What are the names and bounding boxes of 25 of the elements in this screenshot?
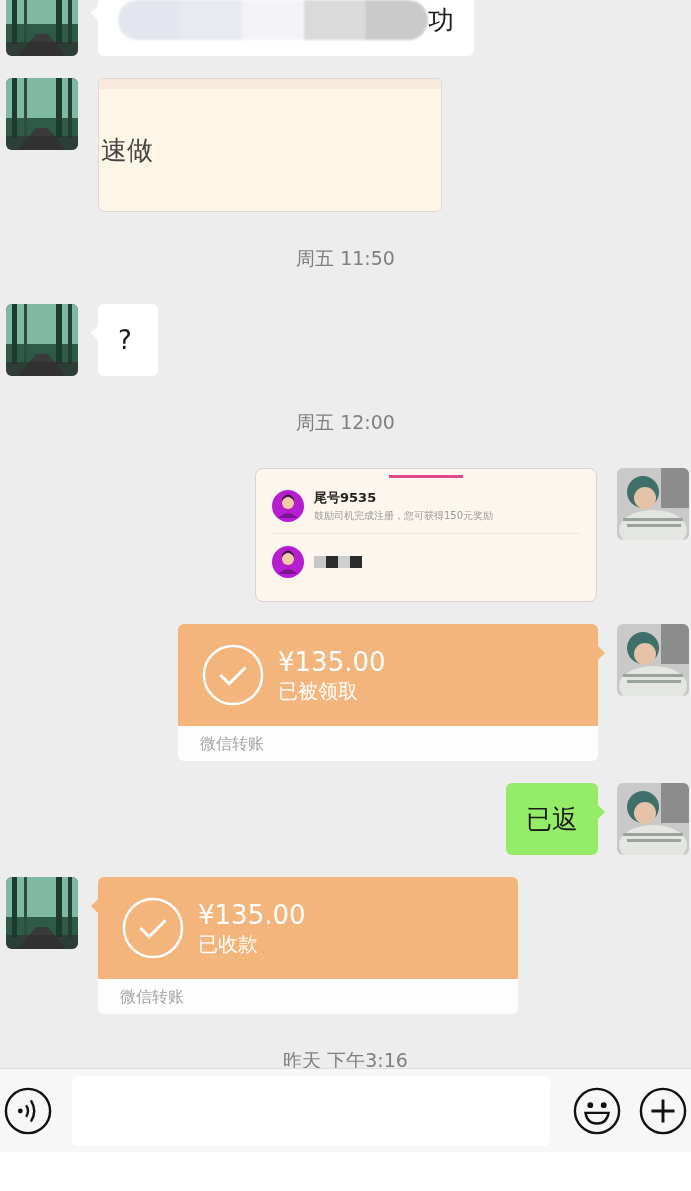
check-circle-icon	[202, 644, 264, 706]
transfer-card[interactable]: ¥135.00 已被领取 微信转账	[178, 624, 598, 761]
timestamp: 周五 12:00	[296, 412, 395, 432]
transfer-status: 已被领取	[278, 678, 359, 704]
transfer-status: 已收款	[198, 931, 259, 957]
timestamp: 周五 11:50	[296, 248, 395, 268]
card-subtitle: 鼓励司机完成注册，您可获得150元奖励	[314, 508, 494, 523]
emoji-icon[interactable]	[573, 1086, 621, 1135]
transfer-amount: ¥135.00	[198, 899, 306, 932]
transfer-label: 微信转账	[200, 732, 264, 755]
message-text: ?	[118, 323, 132, 357]
voice-icon[interactable]	[4, 1086, 52, 1135]
person-icon	[272, 489, 304, 522]
person-icon	[272, 546, 304, 578]
image-text: 速做	[101, 133, 153, 167]
check-circle-icon	[122, 897, 184, 959]
message-text: 已返	[526, 802, 578, 836]
plus-icon[interactable]	[639, 1086, 687, 1135]
timestamp: 昨天 下午3:16	[283, 1050, 408, 1068]
transfer-amount: ¥135.00	[278, 646, 386, 679]
bubble-tail	[598, 646, 605, 660]
transfer-card[interactable]: ¥135.00 已收款 微信转账	[98, 877, 518, 1014]
message-text: 功	[428, 3, 454, 37]
card-title: 尾号9535	[314, 489, 378, 508]
transfer-label: 微信转账	[120, 985, 184, 1008]
